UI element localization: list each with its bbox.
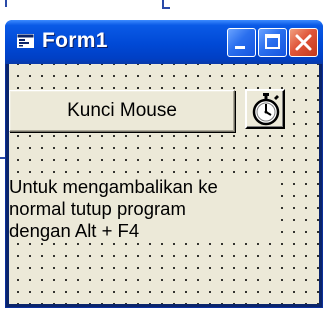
form-client-area: Kunci Mouse Untuk mengambalikan ke norma… — [9, 64, 319, 304]
close-icon — [295, 34, 312, 51]
timer-control[interactable] — [245, 89, 285, 129]
minimize-icon — [235, 46, 245, 49]
window-title: Form1 — [42, 29, 108, 52]
title-bar[interactable]: Form1 — [5, 20, 323, 64]
design-tick-top-right-h — [162, 7, 170, 9]
form-icon — [17, 34, 34, 48]
maximize-button[interactable] — [258, 28, 287, 57]
minimize-button[interactable] — [227, 28, 256, 57]
close-button[interactable] — [289, 28, 318, 57]
info-label: Untuk mengambalikan ke normal tutup prog… — [9, 176, 279, 242]
maximize-icon — [265, 34, 280, 49]
design-tick-top-left — [5, 0, 7, 7]
lock-mouse-button[interactable]: Kunci Mouse — [9, 90, 235, 132]
stopwatch-icon — [252, 93, 280, 126]
